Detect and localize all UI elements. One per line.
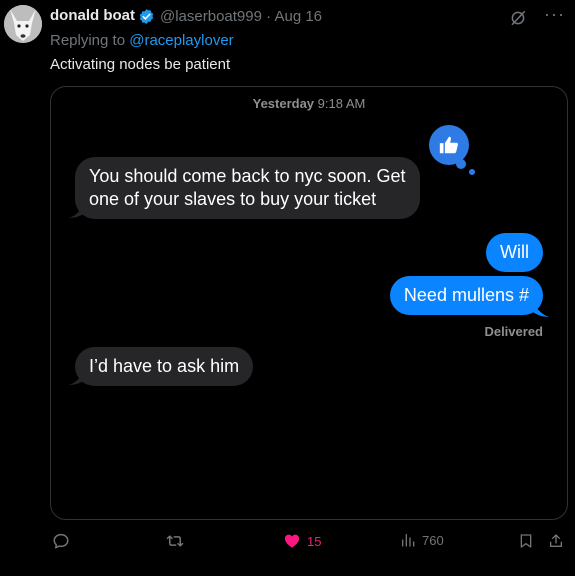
bookmark-button[interactable] bbox=[518, 532, 534, 550]
replying-to-link[interactable]: @raceplaylover bbox=[129, 32, 233, 49]
tapback-dot bbox=[469, 169, 475, 175]
separator-dot: · bbox=[266, 8, 272, 25]
message-timestamp: Yesterday 9:18 AM bbox=[51, 96, 567, 111]
author-name[interactable]: donald boat bbox=[50, 7, 135, 24]
message-bubble-incoming: You should come back to nyc soon. Get on… bbox=[75, 157, 420, 219]
handle-and-date: @laserboat999 · Aug 16 bbox=[160, 8, 322, 25]
message-bubble-incoming: I’d have to ask him bbox=[75, 347, 254, 386]
tweet-date[interactable]: Aug 16 bbox=[274, 8, 322, 25]
share-icon bbox=[550, 534, 562, 547]
message-line: You should come back to nyc soon. Get bbox=[89, 166, 406, 186]
bubble-tail bbox=[533, 302, 549, 317]
tweet-text: Activating nodes be patient bbox=[50, 56, 231, 73]
delivered-status: Delivered bbox=[484, 324, 543, 339]
tapback-dot bbox=[456, 159, 466, 169]
like-button[interactable]: 15 bbox=[283, 532, 321, 550]
verified-badge-icon bbox=[139, 9, 154, 24]
views-count: 760 bbox=[422, 532, 444, 548]
avatar[interactable] bbox=[4, 5, 42, 43]
retweet-icon bbox=[166, 535, 184, 547]
thumbs-up-icon bbox=[439, 136, 458, 154]
views-icon bbox=[402, 534, 415, 547]
replying-to: Replying to @raceplaylover bbox=[50, 32, 234, 49]
reply-icon bbox=[53, 533, 69, 549]
heart-icon bbox=[284, 534, 300, 548]
retweet-button[interactable] bbox=[165, 532, 185, 550]
message-line: one of your slaves to buy your ticket bbox=[89, 189, 377, 209]
tweet-header: donald boat @laserboat999 · Aug 16 ··· bbox=[50, 4, 565, 29]
bookmark-icon bbox=[520, 534, 532, 548]
like-count: 15 bbox=[307, 533, 322, 549]
author-handle[interactable]: @laserboat999 bbox=[160, 8, 262, 25]
message-bubble-outgoing: Need mullens # bbox=[389, 276, 543, 315]
reply-button[interactable] bbox=[52, 532, 70, 550]
share-button[interactable] bbox=[548, 532, 564, 550]
more-options-icon[interactable]: ··· bbox=[544, 4, 565, 25]
views-button[interactable]: 760 bbox=[400, 532, 444, 548]
tweet-actions: 15 760 bbox=[50, 532, 566, 554]
timestamp-day: Yesterday bbox=[252, 96, 315, 111]
timestamp-time: 9:18 AM bbox=[317, 96, 366, 111]
message-bubble-outgoing: Will bbox=[486, 233, 543, 272]
grok-icon[interactable] bbox=[509, 9, 527, 27]
replying-label: Replying to bbox=[50, 32, 126, 49]
attached-image[interactable]: Yesterday 9:18 AM You should come back t… bbox=[50, 86, 568, 520]
